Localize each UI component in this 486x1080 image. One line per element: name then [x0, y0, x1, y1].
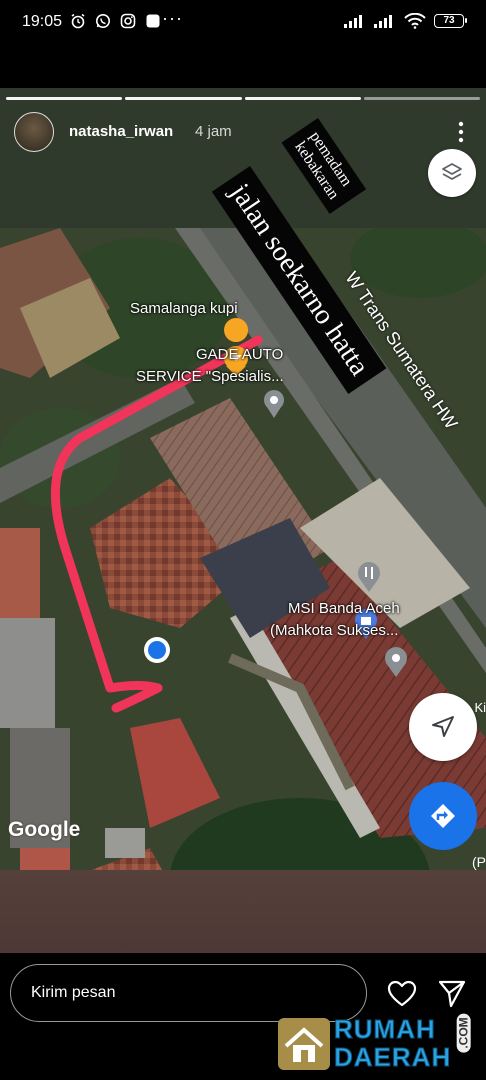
satellite-map[interactable]	[0, 228, 486, 953]
alarm-icon	[71, 13, 85, 29]
status-system-icons: 73	[344, 13, 467, 29]
place-label-edge-bottom: (P	[472, 854, 486, 870]
my-location-button[interactable]	[409, 693, 477, 761]
status-notification-icons	[70, 13, 161, 29]
signal-icon	[374, 15, 392, 28]
navigation-arrow-icon	[432, 716, 454, 737]
directions-icon	[431, 804, 455, 828]
directions-button[interactable]	[409, 782, 477, 850]
signal-icon	[344, 15, 362, 28]
status-more-indicator: ···	[162, 8, 183, 28]
place-label-gade-1[interactable]: GADE AUTO	[196, 346, 283, 364]
app-notification-icon	[146, 14, 160, 28]
progress-segment	[125, 97, 242, 100]
house-logo-icon	[278, 1018, 330, 1070]
progress-segment	[244, 97, 361, 100]
story-time: 4 jam	[195, 123, 232, 140]
progress-segment	[363, 97, 480, 100]
watermark-suffix: .COM	[456, 1013, 471, 1053]
progress-segment	[6, 97, 123, 100]
watermark-line1: RUMAH	[334, 1014, 436, 1045]
battery-indicator: 73	[434, 14, 467, 28]
send-icon[interactable]	[437, 978, 467, 1008]
more-options-icon[interactable]	[454, 120, 468, 144]
place-label-samalanga[interactable]: Samalanga kupi	[130, 300, 238, 318]
map-layers-button[interactable]	[428, 149, 476, 197]
story-header: natasha_irwan 4 jam	[14, 112, 472, 154]
send-message-placeholder: Kirim pesan	[31, 984, 116, 1001]
like-heart-icon[interactable]	[387, 980, 417, 1008]
place-label-gade-2[interactable]: SERVICE "Spesialis...	[136, 368, 284, 386]
avatar[interactable]	[14, 112, 54, 152]
place-label-msi-1[interactable]: MSI Banda Aceh	[288, 600, 400, 618]
current-location-dot	[144, 637, 170, 663]
place-label-edge: Ki	[474, 700, 486, 715]
watermark-line2: DAERAH	[333, 1042, 452, 1073]
story-progress	[6, 97, 480, 100]
place-label-msi-2[interactable]: (Mahkota Sukses...	[270, 622, 398, 640]
watermark-logo: RUMAH DAERAH .COM	[276, 1013, 476, 1074]
story-bottom-fill	[0, 870, 486, 953]
username[interactable]: natasha_irwan	[69, 123, 173, 140]
status-time: 19:05	[22, 13, 63, 30]
instagram-icon	[120, 13, 136, 29]
google-attribution: Google	[8, 818, 81, 841]
layers-icon	[442, 163, 462, 180]
status-bar: 19:05 ··· 73	[0, 0, 486, 46]
wifi-icon	[404, 13, 426, 29]
whatsapp-icon	[96, 14, 110, 28]
